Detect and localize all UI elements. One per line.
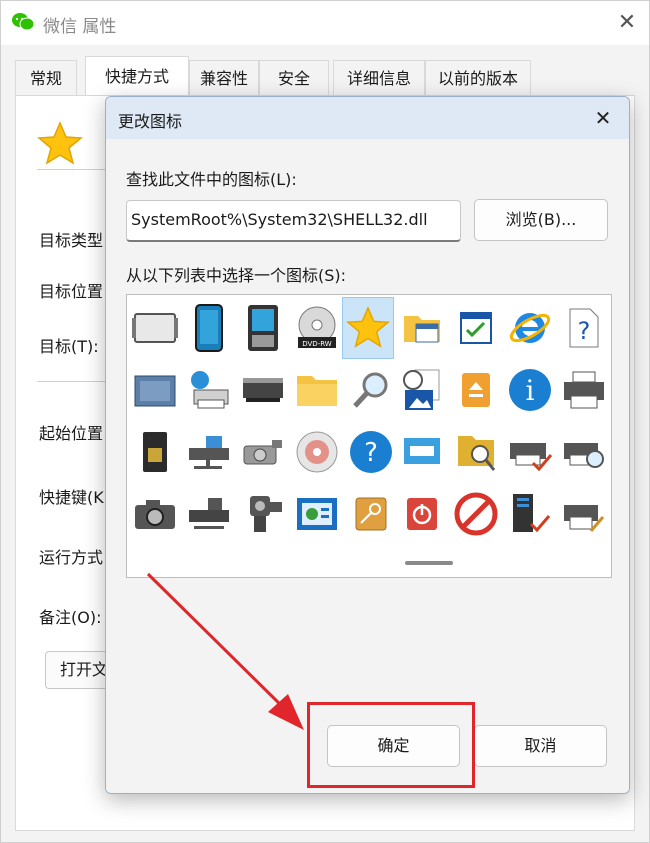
browse-button[interactable]: 浏览(B)... [474,199,608,241]
handheld-device-icon[interactable] [237,297,289,359]
separator [37,381,109,382]
horizontal-scrollbar[interactable] [405,561,453,565]
star-icon[interactable] [342,297,394,359]
blank-display-icon[interactable] [129,297,181,359]
open-file-location-button[interactable]: 打开文 [45,651,109,689]
dialog-title: 更改图标 [118,112,183,131]
projector-icon[interactable] [237,421,289,483]
sd-card-icon[interactable] [129,421,181,483]
prohibited-icon[interactable] [450,483,502,545]
star-icon [37,121,83,165]
webcam-icon[interactable] [237,483,289,545]
svg-text:i: i [526,374,535,407]
network-drive-icon[interactable] [183,421,235,483]
control-panel-icon[interactable] [291,483,343,545]
printer-edit-icon[interactable] [558,483,610,545]
memory-chip-icon[interactable] [129,359,181,421]
cancel-button[interactable]: 取消 [474,725,607,767]
target-type-label: 目标类型 [39,231,104,250]
printer-check-icon[interactable] [504,421,556,483]
network-printer-icon[interactable] [183,359,235,421]
printer-search-icon[interactable] [558,421,610,483]
icon-file-path-input[interactable]: SystemRoot%\System32\SHELL32.dll [126,200,461,242]
svg-text:?: ? [364,438,378,468]
printer-icon[interactable] [558,359,610,421]
checklist-window-icon[interactable] [450,297,502,359]
help-document-icon[interactable]: ? [558,297,610,359]
target-label: 目标(T): [39,337,99,356]
tab-details[interactable]: 详细信息 [333,60,425,96]
orange-drive-icon[interactable] [450,359,502,421]
wechat-icon [12,13,35,31]
svg-text:DVD-RW: DVD-RW [302,340,332,348]
folder-calendar-icon[interactable] [396,297,448,359]
document-picture-icon[interactable] [396,359,448,421]
separator [37,169,109,170]
dialog-titlebar: 更改图标 ✕ [106,97,629,139]
properties-title: 微信 属性 [43,17,117,37]
svg-text:?: ? [578,317,591,345]
folder-search-icon[interactable] [450,421,502,483]
power-icon[interactable] [396,483,448,545]
target-location-label: 目标位置 [39,282,104,301]
tab-shortcut[interactable]: 快捷方式 [85,56,189,96]
help-circle-icon[interactable]: ? [345,421,397,483]
tab-general[interactable]: 常规 [15,60,77,96]
properties-titlebar: 微信 属性 ✕ [1,1,649,45]
close-icon[interactable]: ✕ [611,7,643,39]
cd-audio-icon[interactable] [291,421,343,483]
tab-compatibility[interactable]: 兼容性 [189,60,259,96]
icon-list[interactable]: DVD-RW ? i ? [126,294,612,578]
info-icon[interactable]: i [504,359,556,421]
folder-icon[interactable] [291,359,343,421]
tab-security[interactable]: 安全 [259,60,329,96]
annotation-highlight-box [307,702,475,788]
start-in-label: 起始位置 [39,424,104,443]
magnifier-icon[interactable] [345,359,397,421]
drive-stack-icon[interactable] [183,483,235,545]
camera-icon[interactable] [129,483,181,545]
window-panel-icon[interactable] [396,421,448,483]
tab-previous-versions[interactable]: 以前的版本 [425,60,531,96]
tablet-icon[interactable] [183,297,235,359]
server-check-icon[interactable] [504,483,556,545]
comment-label: 备注(O): [39,608,102,627]
lookup-label: 查找此文件中的图标(L): [126,170,297,189]
key-icon[interactable] [345,483,397,545]
close-icon[interactable]: ✕ [589,104,617,132]
shortcut-key-label: 快捷键(K [39,488,104,507]
internet-explorer-icon[interactable] [504,297,556,359]
choose-icon-label: 从以下列表中选择一个图标(S): [126,266,347,285]
scanner-icon[interactable] [237,359,289,421]
dvd-rw-icon[interactable]: DVD-RW [291,297,343,359]
run-label: 运行方式 [39,548,104,567]
